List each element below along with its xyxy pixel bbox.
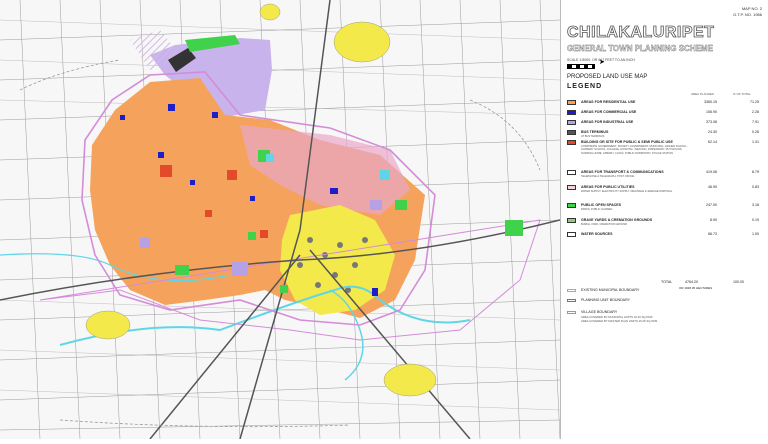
open-space-swatch [567, 203, 576, 208]
legend-panel: MAP NO. 2 G.T.P. NO. 1986 CHILAKALURIPET… [560, 0, 768, 439]
transport-swatch [567, 170, 576, 175]
commercial-swatch [567, 110, 576, 115]
legend-item-label: PUBLIC OPEN SPACES [581, 203, 622, 207]
legend-item-percent: 7.91 [752, 120, 759, 124]
legend-item-area: 373.08 [706, 120, 717, 124]
legend-item-area: 3360.15 [704, 100, 717, 104]
legend-item-percent: 2.26 [752, 110, 759, 114]
percent-column-header: % OF TOTAL [733, 92, 751, 96]
legend-item-description: CORPORATE GOVERNMENT, SOCIETY GOVERNMENT… [581, 145, 688, 155]
legend-item-label: BUILDING OR SITE FOR PUBLIC & SEMI PUBLI… [581, 140, 673, 144]
legend-item-label: GRAVE YARDS & CREMATION GROUNDS [581, 218, 653, 222]
boundary-label: EXISTING MUNICIPAL BOUNDARY [581, 288, 640, 292]
legend-item-percent: 3.18 [752, 203, 759, 207]
legend-item-percent: 1.00 [752, 232, 759, 236]
total-label: TOTAL [661, 280, 673, 284]
legend-item-description: AT BUS TERMINUS [581, 135, 605, 138]
water-swatch [567, 232, 576, 237]
legend-item-area: 66.73 [708, 232, 717, 236]
map-subtitle: GENERAL TOWN PLANNING SCHEME [567, 44, 713, 53]
utilities-swatch [567, 185, 576, 190]
map-type-label: PROPOSED LAND USE MAP [567, 74, 648, 80]
boundary-line-icon [567, 299, 576, 302]
legend-item-description: WATER SUPPLY, ELECTRICITY SUPPLY, DRAINA… [581, 190, 673, 193]
legend-item-area: 24.30 [708, 130, 717, 134]
legend-heading: LEGEND [567, 83, 603, 90]
public-use-swatch [567, 140, 576, 145]
legend-item-percent: 0.26 [752, 130, 759, 134]
bus-terminus-swatch [567, 130, 576, 135]
legend-item-description: TELEPHONE & TELEGRAPH, POST OFFICE [581, 175, 635, 178]
legend-item-area: 247.00 [706, 203, 717, 207]
gtp-number-line: G.T.P. NO. 1986 [733, 12, 762, 17]
legend-item-percent: 0.19 [752, 218, 759, 222]
land-use-map[interactable] [0, 0, 561, 440]
legend-item-area: 62.14 [708, 140, 717, 144]
legend-item-area: 419.06 [706, 170, 717, 174]
legend-item-percent: 0.83 [752, 185, 759, 189]
legend-item-label: WATER SOURCES [581, 232, 613, 236]
boundary-description: AREA COVERED BY MASTER PLAN LIMITS 19.25… [581, 319, 658, 323]
legend-item-label: AREAS FOR PUBLIC UTILITIES [581, 185, 635, 189]
legend-item-percent: 1.31 [752, 140, 759, 144]
total-note: OR 1928.05 HECTARES [679, 286, 713, 290]
area-column-header: AREA IN ACRES [691, 92, 714, 96]
north-arrow-icon: ➤ [599, 59, 605, 66]
legend-item-description: BURIAL YARD, CREMATION GROUND [581, 223, 628, 226]
total-percent: 100.00 [733, 280, 744, 284]
graveyard-swatch [567, 218, 576, 223]
legend-item-area: 8.90 [710, 218, 717, 222]
scale-bar [567, 64, 595, 69]
boundary-line-icon [567, 311, 576, 314]
boundary-label: VILLAGE BOUNDARY [581, 310, 618, 314]
map-title: CHILAKALURIPET [567, 24, 715, 42]
legend-item-area: 46.90 [708, 185, 717, 189]
legend-item-label: AREAS FOR TRANSPORT & COMMUNICATIONS [581, 170, 664, 174]
industrial-swatch [567, 120, 576, 125]
legend-item-label: AREAS FOR RESIDENTIAL USE [581, 100, 636, 104]
boundary-line-icon [567, 289, 576, 292]
boundary-label: PLANNING UNIT BOUNDARY [581, 298, 630, 302]
legend-item-label: AREAS FOR COMMERCIAL USE [581, 110, 637, 114]
legend-item-description: PARKS, PUBLIC GARDEN [581, 208, 613, 211]
legend-item-label: AREAS FOR INDUSTRIAL USE [581, 120, 634, 124]
map-canvas [0, 0, 561, 440]
total-row: TOTAL 4764.20 100.00 OR 1928.05 HECTARES [661, 280, 744, 290]
legend-item-percent: 71.25 [750, 100, 759, 104]
total-area: 4764.20 [685, 280, 698, 284]
legend-item-percent: 8.79 [752, 170, 759, 174]
legend-item-label: BUS TERMINUS [581, 130, 609, 134]
legend-item-area: 106.90 [706, 110, 717, 114]
map-number: MAP NO. 2 G.T.P. NO. 1986 [733, 6, 762, 18]
residential-swatch [567, 100, 576, 105]
